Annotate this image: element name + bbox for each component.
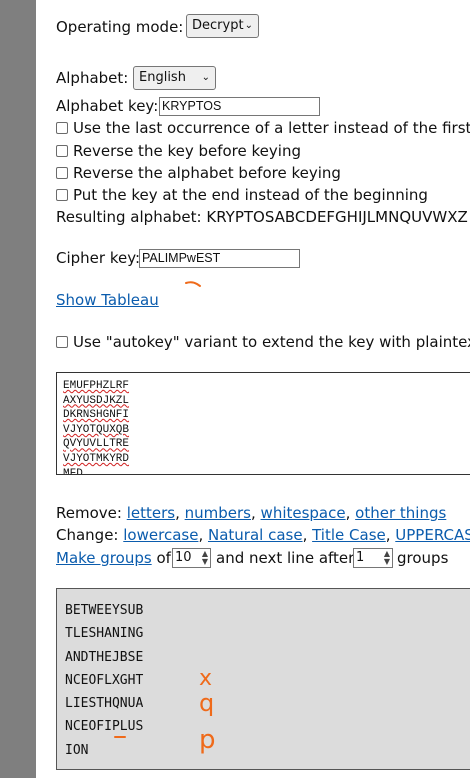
cipher-key-input[interactable]: PALIMPwEST [139, 249, 300, 268]
remove-letters-link[interactable]: letters [127, 504, 175, 522]
output-line: LIESTHQNUA [65, 696, 144, 712]
change-uppercase-link[interactable]: UPPERCASE [395, 526, 470, 544]
groups-per-line-input[interactable]: 1 ▲ ▼ [353, 548, 393, 568]
group-size-input[interactable]: 10 ▲ ▼ [172, 548, 211, 568]
resulting-alphabet-value: KRYPTOSABCDEFGHIJLMNQUVWXZ [206, 208, 468, 226]
resulting-alphabet: Resulting alphabet: KRYPTOSABCDEFGHIJLMN… [56, 207, 468, 227]
output-line: NCEOFLXGHT [65, 672, 144, 688]
left-gutter [0, 0, 36, 778]
last-occurrence-checkbox[interactable] [56, 122, 68, 134]
option-autokey[interactable]: Use "autokey" variant to extend the key … [56, 332, 470, 352]
last-occurrence-label: Use the last occurrence of a letter inst… [73, 119, 470, 137]
alphabet-value: English [139, 70, 186, 85]
chevron-down-icon: ⌄ [244, 20, 253, 31]
group-size-value: 10 [175, 550, 192, 565]
change-title-case-link[interactable]: Title Case [312, 526, 386, 544]
make-groups-link[interactable]: Make groups [56, 549, 152, 567]
output-line: ANDTHEJBSE [65, 649, 144, 665]
input-line: VJYOTMKYRD [63, 452, 130, 465]
groups-per-line-value: 1 [356, 550, 365, 565]
alphabet-key-input[interactable]: KRYPTOS [159, 97, 320, 116]
output-line: ION [65, 742, 89, 758]
operating-mode-label: Operating mode: [56, 18, 184, 36]
input-line: QVYUVLLTRE [63, 438, 130, 451]
alphabet-label: Alphabet: [56, 69, 129, 87]
autokey-checkbox[interactable] [56, 336, 68, 348]
key-at-end-label: Put the key at the end instead of the be… [73, 186, 428, 204]
reverse-key-label: Reverse the key before keying [73, 142, 301, 160]
remove-other-things-link[interactable]: other things [355, 504, 446, 522]
cipher-key-label: Cipher key: [56, 249, 141, 267]
show-tableau-link[interactable]: Show Tableau [56, 291, 159, 309]
spinner-icon[interactable]: ▲ ▼ [384, 550, 390, 566]
option-reverse-alphabet[interactable]: Reverse the alphabet before keying [56, 163, 341, 183]
change-lowercase-link[interactable]: lowercase [123, 526, 198, 544]
output-line: BETWEEYSUB [65, 603, 144, 618]
input-line: AXYUSDJKZL [63, 394, 130, 407]
operating-mode-select[interactable]: Decrypt ⌄ [186, 14, 259, 38]
reverse-alphabet-label: Reverse the alphabet before keying [73, 164, 341, 182]
option-key-at-end[interactable]: Put the key at the end instead of the be… [56, 185, 428, 205]
remove-row: Remove: letters, numbers, whitespace, ot… [56, 504, 447, 522]
output-line: NCEOFIPLUS [65, 719, 144, 735]
key-at-end-checkbox[interactable] [56, 189, 68, 201]
input-line: DKRNSHGNFI [63, 409, 130, 422]
groups-row: Make groups of [56, 548, 171, 568]
chevron-down-icon: ⌄ [201, 72, 210, 83]
autokey-label: Use "autokey" variant to extend the key … [73, 333, 470, 351]
groups-of-label: of [156, 549, 171, 567]
spinner-icon[interactable]: ▲ ▼ [202, 550, 208, 566]
remove-whitespace-link[interactable]: whitespace [261, 504, 346, 522]
alphabet-select[interactable]: English ⌄ [133, 66, 216, 90]
input-line: VJYOTQUXQB [63, 423, 130, 436]
reverse-key-checkbox[interactable] [56, 145, 68, 157]
reverse-alphabet-checkbox[interactable] [56, 167, 68, 179]
groups-end-label: groups [397, 549, 449, 567]
next-line-after-label: and next line after [216, 549, 355, 567]
input-line: EMUFPHZLRF [63, 380, 130, 392]
change-row: Change: lowercase, Natural case, Title C… [56, 525, 470, 545]
option-reverse-key[interactable]: Reverse the key before keying [56, 141, 301, 161]
remove-numbers-link[interactable]: numbers [185, 504, 251, 522]
input-line: MFD [63, 467, 83, 475]
plaintext-output: BETWEEYSUB TLESHANING ANDTHEJBSE NCEOFLX… [56, 588, 470, 770]
operating-mode-value: Decrypt [192, 18, 244, 33]
remove-label: Remove: [56, 504, 122, 522]
change-natural-case-link[interactable]: Natural case [208, 526, 303, 544]
ciphertext-input[interactable]: EMUFPHZLRF AXYUSDJKZL DKRNSHGNFI VJYOTQU… [56, 372, 470, 475]
change-label: Change: [56, 526, 119, 544]
resulting-alphabet-label: Resulting alphabet: [56, 208, 202, 226]
option-last-occurrence[interactable]: Use the last occurrence of a letter inst… [56, 118, 470, 138]
output-line: TLESHANING [65, 626, 144, 642]
alphabet-key-label: Alphabet key: [56, 97, 159, 115]
annotation-tick-under-w [185, 281, 201, 287]
